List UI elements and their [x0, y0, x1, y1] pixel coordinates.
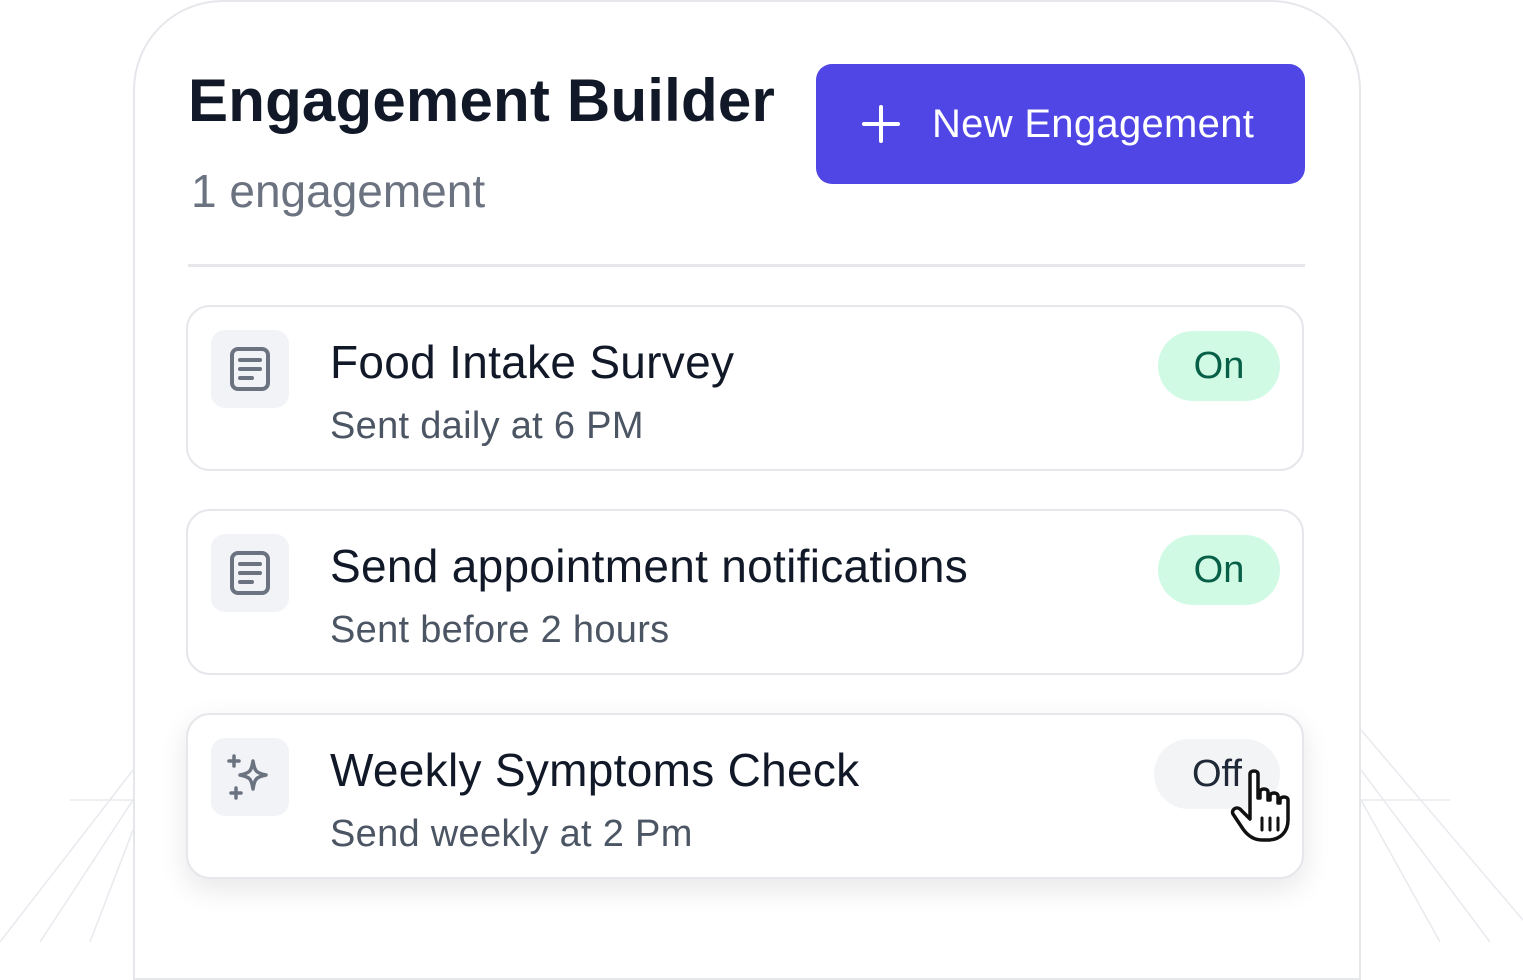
hand-pointer-cursor-icon: [1230, 769, 1290, 842]
new-engagement-label: New Engagement: [932, 101, 1255, 146]
divider: [188, 264, 1305, 267]
engagement-schedule: Sent before 2 hours: [330, 609, 670, 651]
document-icon: [211, 330, 289, 408]
sparkles-icon: [211, 738, 289, 816]
page-title: Engagement Builder: [188, 67, 776, 134]
engagement-schedule: Send weekly at 2 Pm: [330, 813, 693, 855]
engagement-item-food-intake-survey[interactable]: Food Intake Survey Sent daily at 6 PM On: [186, 305, 1304, 471]
engagement-name: Send appointment notifications: [330, 540, 969, 592]
engagement-item-appointment-notifications[interactable]: Send appointment notifications Sent befo…: [186, 509, 1304, 675]
status-toggle-on[interactable]: On: [1158, 535, 1280, 605]
plus-icon: [860, 103, 902, 145]
new-engagement-button[interactable]: New Engagement: [816, 64, 1305, 184]
engagement-item-weekly-symptoms-check[interactable]: Weekly Symptoms Check Send weekly at 2 P…: [186, 713, 1304, 879]
engagement-schedule: Sent daily at 6 PM: [330, 405, 644, 447]
engagement-count: 1 engagement: [191, 165, 486, 217]
status-toggle-on[interactable]: On: [1158, 331, 1280, 401]
document-icon: [211, 534, 289, 612]
engagement-name: Weekly Symptoms Check: [330, 744, 860, 796]
engagement-name: Food Intake Survey: [330, 336, 735, 388]
